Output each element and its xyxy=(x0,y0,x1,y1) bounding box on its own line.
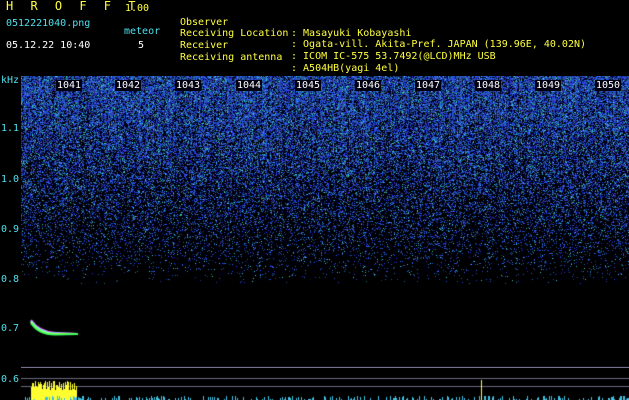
y-tick-label: 0.9 xyxy=(1,224,20,235)
x-tick-label: 1041 xyxy=(56,80,83,91)
axis-unit: kHz xyxy=(1,75,20,86)
x-tick-label: 1050 xyxy=(595,80,622,91)
antenna-row: Receiving antenna : A504HB(yagi 4el) xyxy=(180,41,399,74)
antenna-value: : A504HB(yagi 4el) xyxy=(291,63,400,74)
x-tick-label: 1043 xyxy=(175,80,202,91)
signal-level-panel xyxy=(21,368,629,400)
x-tick-label: 1047 xyxy=(415,80,442,91)
x-tick-label: 1044 xyxy=(236,80,263,91)
observer-value: : Masayuki Kobayashi xyxy=(291,28,412,39)
receiver-value: : ICOM IC-575 53.7492(@LCD)MHz USB xyxy=(291,51,496,62)
file-name: 0512221040.png xyxy=(6,18,91,29)
y-tick-label: 1.1 xyxy=(1,123,20,134)
spectrogram xyxy=(21,76,629,368)
y-tick-label: 1.0 xyxy=(1,174,20,185)
x-tick-label: 1042 xyxy=(115,80,142,91)
meteor-label: meteor xyxy=(124,26,161,37)
y-tick-label: 0.8 xyxy=(1,274,20,285)
x-tick-label: 1049 xyxy=(535,80,562,91)
x-tick-label: 1045 xyxy=(295,80,322,91)
location-value: : Ogata-vill. Akita-Pref. JAPAN (139.96E… xyxy=(291,39,587,50)
app-title: H R O F F T xyxy=(6,0,141,13)
x-tick-label: 1046 xyxy=(355,80,382,91)
antenna-label: Receiving antenna xyxy=(180,52,283,63)
location-label: Receiving Location xyxy=(180,28,289,39)
x-tick-label: 1048 xyxy=(475,80,502,91)
y-tick-label: 0.6 xyxy=(1,374,20,385)
timestamp: 05.12.22 10:40 xyxy=(6,40,91,51)
y-tick-label: 0.7 xyxy=(1,323,20,334)
app-version: 1.00 xyxy=(125,3,150,14)
meteor-count: 5 xyxy=(138,40,145,51)
